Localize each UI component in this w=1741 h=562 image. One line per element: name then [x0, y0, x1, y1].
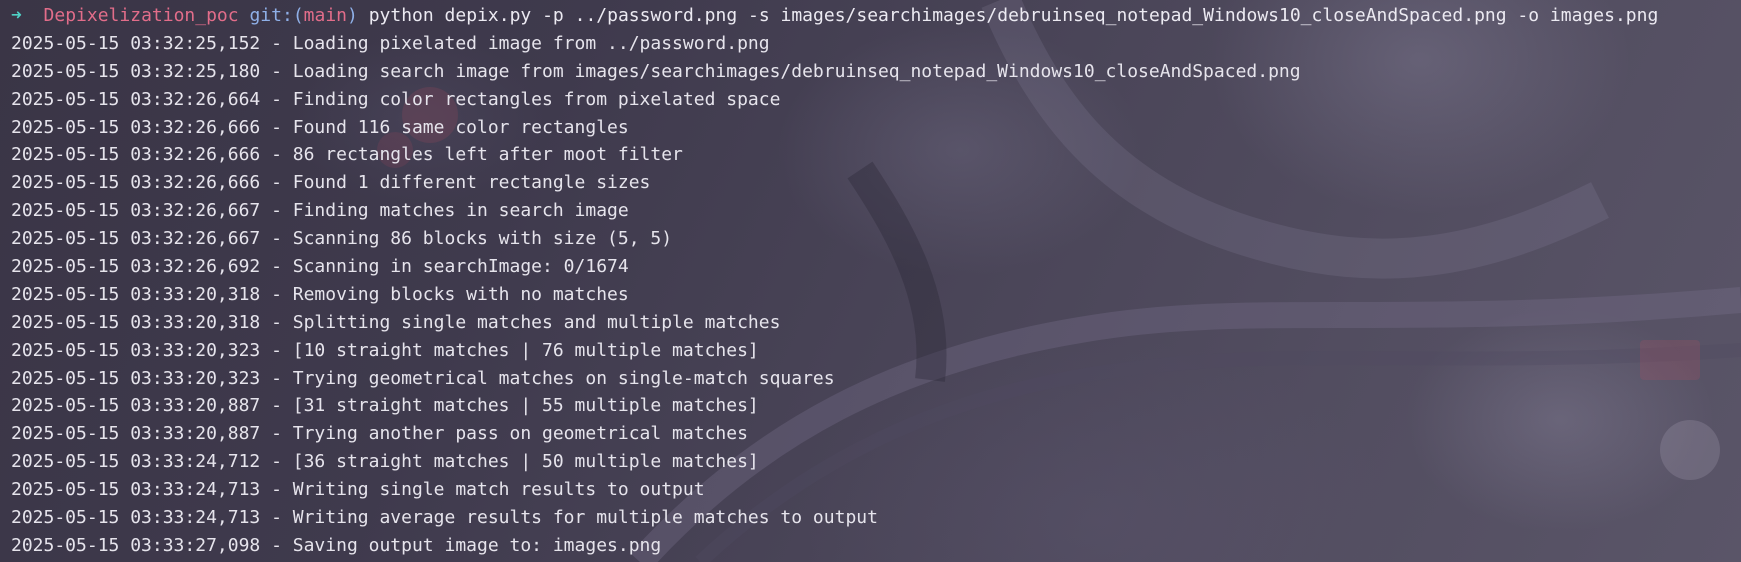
log-line: 2025-05-15 03:32:26,666 - Found 116 same…	[11, 116, 629, 138]
prompt-git-label: git:	[249, 5, 293, 26]
log-line: 2025-05-15 03:33:27,098 - Saving output …	[11, 534, 662, 556]
log-line: 2025-05-15 03:33:20,323 - [10 straight m…	[11, 339, 759, 361]
log-line: 2025-05-15 03:33:20,887 - [31 straight m…	[11, 395, 759, 417]
log-line: 2025-05-15 03:32:26,664 - Finding color …	[11, 88, 781, 110]
log-line: 2025-05-15 03:33:20,887 - Trying another…	[11, 423, 748, 445]
command-text: python depix.py -p ../password.png -s im…	[368, 5, 1659, 26]
prompt-arrow-icon: ➜	[11, 5, 22, 26]
prompt-branch: main	[303, 5, 348, 26]
prompt-git-open: (	[292, 5, 304, 26]
log-line: 2025-05-15 03:32:25,180 - Loading search…	[11, 60, 1301, 82]
log-line: 2025-05-15 03:32:26,666 - Found 1 differ…	[11, 172, 651, 194]
log-line: 2025-05-15 03:32:26,666 - 86 rectangles …	[11, 144, 683, 166]
log-line: 2025-05-15 03:33:24,713 - Writing averag…	[11, 507, 878, 529]
log-line: 2025-05-15 03:33:20,318 - Removing block…	[11, 283, 629, 305]
log-line: 2025-05-15 03:32:26,667 - Scanning 86 bl…	[11, 228, 673, 250]
prompt-git-close: )	[347, 5, 358, 26]
log-line: 2025-05-15 03:33:20,323 - Trying geometr…	[11, 367, 835, 389]
log-line: 2025-05-15 03:32:25,152 - Loading pixela…	[11, 32, 770, 54]
log-line: 2025-05-15 03:33:24,712 - [36 straight m…	[11, 451, 759, 473]
terminal-output[interactable]: ➜ Depixelization_poc git:(main) python d…	[11, 2, 1736, 560]
prompt-directory: Depixelization_poc	[43, 5, 239, 26]
prompt-line: ➜ Depixelization_poc git:(main) python d…	[11, 2, 1736, 30]
log-line: 2025-05-15 03:33:24,713 - Writing single…	[11, 479, 705, 501]
log-line: 2025-05-15 03:32:26,692 - Scanning in se…	[11, 256, 629, 278]
log-line: 2025-05-15 03:32:26,667 - Finding matche…	[11, 200, 629, 222]
log-line: 2025-05-15 03:33:20,318 - Splitting sing…	[11, 311, 781, 333]
